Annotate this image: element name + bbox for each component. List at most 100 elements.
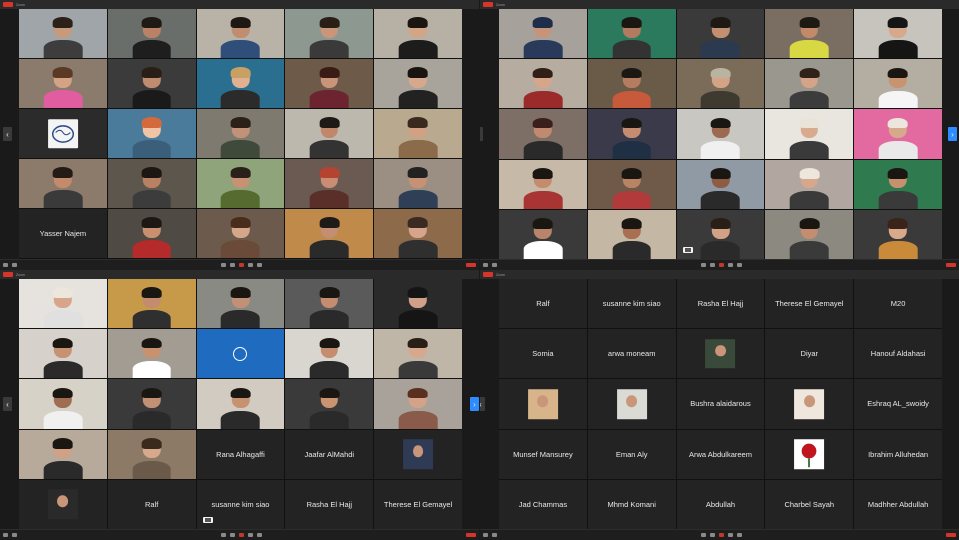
- participant-tile[interactable]: [676, 159, 765, 209]
- participant-tile[interactable]: [499, 209, 587, 259]
- participant-tile[interactable]: [107, 329, 196, 379]
- participants-icon[interactable]: [221, 533, 226, 537]
- share-notification[interactable]: [203, 517, 213, 523]
- participant-tile[interactable]: Therese El Gemayel: [374, 479, 462, 529]
- participant-tile[interactable]: [196, 379, 285, 429]
- prev-page-arrow[interactable]: ‹: [480, 397, 485, 411]
- participant-tile[interactable]: [19, 329, 107, 379]
- end-meeting-button[interactable]: [946, 263, 956, 267]
- participant-tile[interactable]: [107, 59, 196, 108]
- participant-tile[interactable]: [676, 329, 765, 379]
- reactions-icon[interactable]: [737, 533, 742, 537]
- participant-tile[interactable]: [19, 379, 107, 429]
- share-screen-icon[interactable]: [719, 533, 724, 537]
- participant-tile[interactable]: Eshraq AL_swoidy: [854, 379, 942, 429]
- participant-tile[interactable]: Abdullah: [676, 479, 765, 529]
- chat-icon[interactable]: [230, 533, 235, 537]
- share-notification[interactable]: [683, 247, 693, 253]
- microphone-icon[interactable]: [483, 263, 488, 267]
- participant-tile[interactable]: [854, 59, 942, 109]
- participant-tile[interactable]: Hanouf Aldahasi: [854, 329, 942, 379]
- share-screen-icon[interactable]: [239, 533, 244, 537]
- participant-tile[interactable]: [285, 279, 374, 329]
- prev-page-arrow[interactable]: ‹: [3, 397, 12, 411]
- participant-tile[interactable]: [765, 159, 854, 209]
- end-meeting-button[interactable]: [466, 533, 476, 537]
- reactions-icon[interactable]: [257, 533, 262, 537]
- participant-tile[interactable]: [765, 9, 854, 59]
- share-screen-icon[interactable]: [239, 263, 244, 267]
- participant-tile[interactable]: Ralf: [499, 279, 587, 329]
- participant-tile[interactable]: [285, 379, 374, 429]
- participant-tile[interactable]: M20: [854, 279, 942, 329]
- reactions-icon[interactable]: [257, 263, 262, 267]
- participant-tile[interactable]: Therese El Gemayel: [765, 279, 854, 329]
- chat-icon[interactable]: [710, 263, 715, 267]
- participant-tile[interactable]: [499, 109, 587, 159]
- reactions-icon[interactable]: [737, 263, 742, 267]
- participant-tile[interactable]: [854, 209, 942, 259]
- end-meeting-button[interactable]: [946, 533, 956, 537]
- microphone-icon[interactable]: [3, 263, 8, 267]
- participant-tile[interactable]: Munsef Mansurey: [499, 429, 587, 479]
- participant-tile[interactable]: [196, 209, 285, 258]
- video-camera-icon[interactable]: [492, 533, 497, 537]
- participant-tile[interactable]: [587, 109, 676, 159]
- participant-tile[interactable]: Jad Chammas: [499, 479, 587, 529]
- participant-tile[interactable]: [676, 9, 765, 59]
- participant-tile[interactable]: Mhmd Komani: [587, 479, 676, 529]
- participant-tile[interactable]: [374, 109, 462, 158]
- participant-tile[interactable]: [676, 59, 765, 109]
- participant-tile[interactable]: [587, 379, 676, 429]
- participant-tile[interactable]: [374, 379, 462, 429]
- participant-tile[interactable]: [19, 109, 107, 158]
- participant-tile[interactable]: [19, 429, 107, 479]
- video-camera-icon[interactable]: [12, 263, 17, 267]
- participant-tile[interactable]: [499, 59, 587, 109]
- next-page-arrow[interactable]: ›: [948, 127, 957, 141]
- prev-page-arrow[interactable]: ‹: [480, 127, 483, 141]
- participant-tile[interactable]: [499, 159, 587, 209]
- chat-icon[interactable]: [230, 263, 235, 267]
- prev-page-arrow[interactable]: ‹: [3, 127, 12, 141]
- participant-tile[interactable]: [765, 109, 854, 159]
- participant-tile[interactable]: [196, 329, 285, 379]
- participant-tile[interactable]: [587, 59, 676, 109]
- participants-icon[interactable]: [221, 263, 226, 267]
- participant-tile[interactable]: arwa moneam: [587, 329, 676, 379]
- record-icon[interactable]: [248, 263, 253, 267]
- participant-tile[interactable]: [854, 109, 942, 159]
- participant-tile[interactable]: Madhher Abdullah: [854, 479, 942, 529]
- participant-tile[interactable]: [765, 379, 854, 429]
- participant-tile[interactable]: [765, 429, 854, 479]
- participant-tile[interactable]: Somia: [499, 329, 587, 379]
- participant-tile[interactable]: [374, 59, 462, 108]
- participant-tile[interactable]: Rana Alhagaffi: [196, 429, 285, 479]
- participant-tile[interactable]: [374, 279, 462, 329]
- participant-tile[interactable]: Yasser Najem: [19, 209, 107, 258]
- participant-tile[interactable]: [196, 9, 285, 58]
- participant-tile[interactable]: [374, 209, 462, 258]
- participant-tile[interactable]: [499, 9, 587, 59]
- participants-icon[interactable]: [701, 263, 706, 267]
- participant-tile[interactable]: [19, 159, 107, 208]
- participant-tile[interactable]: [285, 109, 374, 158]
- video-camera-icon[interactable]: [12, 533, 17, 537]
- participant-tile[interactable]: Diyar: [765, 329, 854, 379]
- participant-tile[interactable]: [285, 159, 374, 208]
- participant-tile[interactable]: [676, 109, 765, 159]
- microphone-icon[interactable]: [483, 533, 488, 537]
- end-meeting-button[interactable]: [466, 263, 476, 267]
- participant-tile[interactable]: [374, 329, 462, 379]
- participant-tile[interactable]: [587, 209, 676, 259]
- participant-tile[interactable]: Charbel Sayah: [765, 479, 854, 529]
- participant-tile[interactable]: [587, 159, 676, 209]
- participant-tile[interactable]: [196, 59, 285, 108]
- participant-tile[interactable]: [587, 9, 676, 59]
- participant-tile[interactable]: Arwa Abdulkareem: [676, 429, 765, 479]
- participant-tile[interactable]: [374, 159, 462, 208]
- participant-tile[interactable]: [107, 109, 196, 158]
- next-page-arrow[interactable]: ›: [470, 397, 479, 411]
- participant-tile[interactable]: [19, 479, 107, 529]
- participant-tile[interactable]: [107, 379, 196, 429]
